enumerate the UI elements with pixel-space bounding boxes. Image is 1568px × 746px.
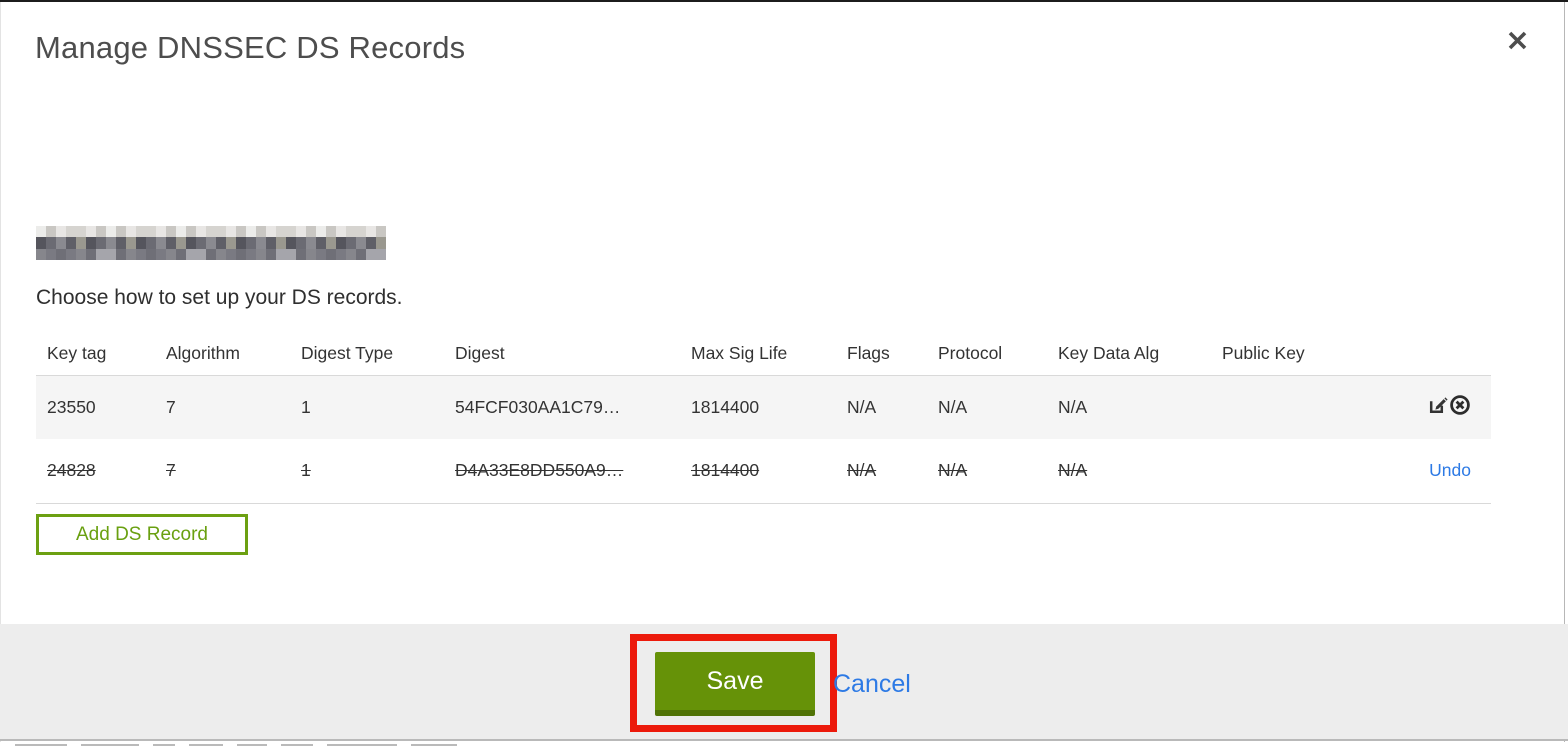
cell-public-key (1211, 439, 1331, 504)
col-header-algorithm: Algorithm (155, 332, 290, 376)
col-header-actions (1331, 332, 1491, 376)
cell-max-sig-life: 1814400 (680, 375, 836, 439)
cell-flags: N/A (836, 439, 927, 504)
col-header-key-data-alg: Key Data Alg (1047, 332, 1211, 376)
cell-digest-type: 1 (290, 439, 444, 504)
cell-key-data-alg: N/A (1047, 439, 1211, 504)
ds-records-table: Key tag Algorithm Digest Type Digest Max… (36, 332, 1491, 504)
col-header-public-key: Public Key (1211, 332, 1331, 376)
col-header-protocol: Protocol (927, 332, 1047, 376)
cell-key-tag: 24828 (36, 439, 155, 504)
cell-actions (1331, 375, 1491, 439)
cell-key-data-alg: N/A (1047, 375, 1211, 439)
redacted-domain-name (36, 226, 386, 260)
table-header-row: Key tag Algorithm Digest Type Digest Max… (36, 332, 1491, 376)
cell-flags: N/A (836, 375, 927, 439)
page-title: Manage DNSSEC DS Records (35, 30, 466, 65)
close-icon[interactable] (1499, 22, 1535, 58)
edit-icon[interactable] (1428, 395, 1448, 415)
delete-circle-icon[interactable] (1449, 394, 1471, 416)
undo-link[interactable]: Undo (1429, 460, 1471, 480)
col-header-digest-type: Digest Type (290, 332, 444, 376)
dialog-footer: Save Cancel (0, 624, 1568, 741)
cell-digest: D4A33E8DD550A9… (444, 439, 680, 504)
cancel-link[interactable]: Cancel (833, 670, 911, 699)
col-header-max-sig-life: Max Sig Life (680, 332, 836, 376)
instruction-text: Choose how to set up your DS records. (36, 286, 403, 309)
cell-public-key (1211, 375, 1331, 439)
cell-algorithm: 7 (155, 439, 290, 504)
cell-digest-type: 1 (290, 375, 444, 439)
cell-key-tag: 23550 (36, 375, 155, 439)
dnssec-dialog: Manage DNSSEC DS Records Choose how to s… (0, 0, 1568, 746)
cell-max-sig-life: 1814400 (680, 439, 836, 504)
col-header-key-tag: Key tag (36, 332, 155, 376)
table-row: 23550 7 1 54FCF030AA1C79… 1814400 N/A N/… (36, 375, 1491, 439)
cell-protocol: N/A (927, 375, 1047, 439)
add-ds-record-button[interactable]: Add DS Record (36, 514, 248, 555)
cell-algorithm: 7 (155, 375, 290, 439)
cell-actions: Undo (1331, 439, 1491, 504)
cell-protocol: N/A (927, 439, 1047, 504)
col-header-flags: Flags (836, 332, 927, 376)
cell-digest: 54FCF030AA1C79… (444, 375, 680, 439)
close-icon-glyph (1508, 31, 1526, 49)
table-row-deleted: 24828 7 1 D4A33E8DD550A9… 1814400 N/A N/… (36, 439, 1491, 504)
col-header-digest: Digest (444, 332, 680, 376)
save-button[interactable]: Save (655, 652, 815, 716)
